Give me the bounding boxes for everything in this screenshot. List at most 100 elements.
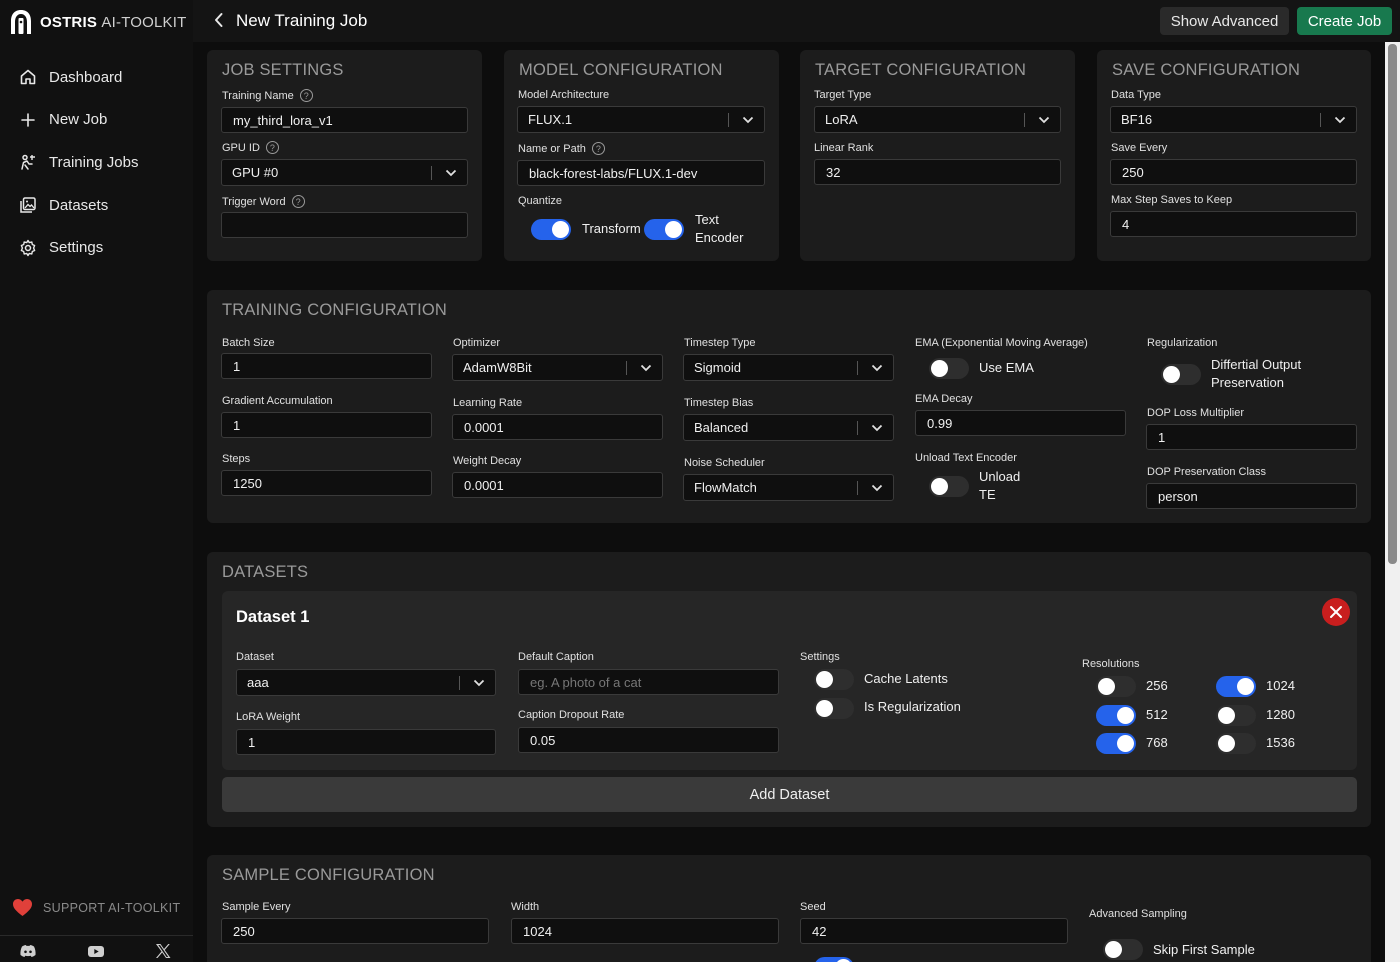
cache-latents-toggle[interactable]	[814, 669, 854, 690]
linear-rank-input[interactable]: 32	[814, 159, 1061, 185]
dataset-select[interactable]: aaa	[236, 669, 496, 696]
width-input[interactable]: 1024	[511, 918, 779, 944]
is-regularization-toggle[interactable]	[814, 698, 854, 719]
resolution-1280-toggle[interactable]	[1216, 705, 1256, 726]
job-settings-panel: JOB SETTINGS Training Name? my_third_lor…	[207, 50, 482, 261]
gpu-id-select[interactable]: GPU #0	[221, 159, 468, 186]
quantize-text-encoder-label: Text Encoder	[695, 212, 744, 245]
dop-class-input[interactable]: person	[1146, 483, 1357, 509]
resolution-768-toggle[interactable]	[1096, 733, 1136, 754]
resolutions-label: Resolutions	[1082, 658, 1140, 670]
image-icon	[20, 197, 36, 213]
sidebar-item-label: Settings	[49, 239, 104, 257]
x-icon[interactable]	[154, 942, 172, 962]
gpu-id-label: GPU ID?	[222, 141, 279, 154]
help-icon[interactable]: ?	[291, 195, 305, 208]
add-dataset-button[interactable]: Add Dataset	[222, 777, 1357, 812]
youtube-icon[interactable]	[87, 942, 105, 962]
chevron-down-icon	[473, 679, 485, 687]
quantize-label: Quantize	[518, 195, 563, 207]
dop-toggle[interactable]	[1161, 364, 1201, 385]
sidebar-item-label: Datasets	[49, 196, 109, 214]
is-regularization-label: Is Regularization	[864, 699, 961, 714]
optimizer-select[interactable]: AdamW8Bit	[452, 354, 663, 381]
quantize-text-encoder-toggle[interactable]	[644, 219, 684, 240]
show-advanced-button[interactable]: Show Advanced	[1160, 7, 1289, 35]
batch-size-input[interactable]: 1	[221, 353, 432, 379]
sample-config-panel: SAMPLE CONFIGURATION Sample Every 250 Wi…	[207, 855, 1371, 962]
optimizer-label: Optimizer	[453, 337, 501, 349]
resolution-256-toggle[interactable]	[1096, 676, 1136, 697]
cache-latents-label: Cache Latents	[864, 671, 948, 686]
ema-decay-input[interactable]: 0.99	[915, 410, 1126, 436]
target-type-select[interactable]: LoRA	[814, 106, 1061, 133]
sidebar-item-new-job[interactable]: New Job	[0, 99, 193, 142]
sidebar-item-training-jobs[interactable]: Training Jobs	[0, 141, 193, 184]
help-icon[interactable]: ?	[299, 89, 313, 102]
caption-dropout-input[interactable]: 0.05	[518, 727, 779, 753]
skip-first-sample-toggle[interactable]	[1103, 939, 1143, 960]
weight-decay-input[interactable]: 0.0001	[452, 472, 663, 498]
remove-dataset-button[interactable]	[1322, 598, 1350, 626]
discord-icon[interactable]	[19, 942, 37, 962]
name-or-path-input[interactable]: black-forest-labs/FLUX.1-dev	[517, 160, 765, 186]
resolution-512-toggle[interactable]	[1096, 705, 1136, 726]
learning-rate-input[interactable]: 0.0001	[452, 414, 663, 440]
steps-input[interactable]: 1250	[221, 470, 432, 496]
linear-rank-label: Linear Rank	[814, 142, 874, 154]
sidebar-item-dashboard[interactable]: Dashboard	[0, 56, 193, 99]
training-name-input[interactable]: my_third_lora_v1	[221, 107, 468, 133]
resolution-1536-toggle[interactable]	[1216, 733, 1256, 754]
panel-title: MODEL CONFIGURATION	[519, 61, 723, 79]
trigger-word-input[interactable]	[221, 212, 468, 238]
help-icon[interactable]: ?	[591, 142, 605, 155]
seed-input[interactable]: 42	[800, 918, 1068, 944]
timestep-type-label: Timestep Type	[684, 337, 756, 349]
training-name-label: Training Name?	[222, 89, 313, 102]
lora-weight-label: LoRA Weight	[236, 711, 301, 723]
top-bar: New Training Job Show Advanced Create Jo…	[193, 0, 1400, 42]
dataset-label: Dataset	[236, 651, 274, 663]
back-chevron-icon[interactable]	[211, 11, 227, 29]
noise-scheduler-select[interactable]: FlowMatch	[683, 474, 894, 501]
app-root: OSTRIS AI-TOOLKIT Dashboard New Job Trai…	[0, 0, 1400, 962]
noise-scheduler-label: Noise Scheduler	[684, 457, 765, 469]
resolution-1024-toggle[interactable]	[1216, 676, 1256, 697]
help-icon[interactable]: ?	[265, 141, 279, 154]
brand-logo[interactable]: OSTRIS AI-TOOLKIT	[10, 9, 187, 35]
timestep-bias-select[interactable]: Balanced	[683, 414, 894, 441]
panel-title: JOB SETTINGS	[222, 61, 344, 79]
unload-te-toggle[interactable]	[929, 476, 969, 497]
max-saves-label: Max Step Saves to Keep	[1111, 194, 1233, 206]
skip-first-sample-label: Skip First Sample	[1153, 942, 1255, 957]
sample-every-input[interactable]: 250	[221, 918, 489, 944]
panel-title: TARGET CONFIGURATION	[815, 61, 1027, 79]
create-job-button[interactable]: Create Job	[1297, 7, 1392, 35]
learning-rate-label: Learning Rate	[453, 397, 523, 409]
timestep-type-select[interactable]: Sigmoid	[683, 354, 894, 381]
settings-label: Settings	[800, 651, 840, 663]
resolution-256-label: 256	[1146, 678, 1168, 693]
max-saves-input[interactable]: 4	[1110, 211, 1357, 237]
quantize-transformer-toggle[interactable]	[531, 219, 571, 240]
lora-weight-input[interactable]: 1	[236, 729, 496, 755]
dop-class-label: DOP Preservation Class	[1147, 466, 1267, 478]
save-every-input[interactable]: 250	[1110, 159, 1357, 185]
seed-option-toggle[interactable]	[814, 957, 854, 962]
sidebar-item-label: Training Jobs	[49, 153, 139, 171]
grad-accum-label: Gradient Accumulation	[222, 395, 333, 407]
chevron-down-icon	[742, 116, 754, 124]
timestep-bias-label: Timestep Bias	[684, 397, 754, 409]
data-type-select[interactable]: BF16	[1110, 106, 1357, 133]
grad-accum-input[interactable]: 1	[221, 412, 432, 438]
sidebar-item-datasets[interactable]: Datasets	[0, 184, 193, 227]
sidebar-item-settings[interactable]: Settings	[0, 226, 193, 269]
model-arch-select[interactable]: FLUX.1	[517, 106, 765, 133]
resolution-1536-label: 1536	[1266, 735, 1295, 750]
dop-multiplier-input[interactable]: 1	[1146, 424, 1357, 450]
default-caption-input[interactable]: eg. A photo of a cat	[518, 669, 779, 695]
ema-label: EMA (Exponential Moving Average)	[915, 337, 1088, 349]
scrollbar-thumb[interactable]	[1388, 44, 1397, 564]
support-link[interactable]: SUPPORT AI-TOOLKIT	[12, 898, 180, 918]
use-ema-toggle[interactable]	[929, 358, 969, 379]
